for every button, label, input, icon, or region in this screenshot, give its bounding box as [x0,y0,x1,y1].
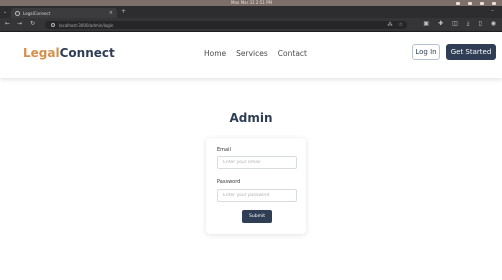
password-field[interactable] [217,189,297,202]
back-arrow-icon[interactable]: ← [5,21,10,27]
tab-title: LegalConnect [23,10,51,16]
nav-contact-link[interactable]: Contact [278,49,307,58]
profile-icon[interactable]: ◉ [491,21,496,27]
login-button[interactable]: Log In [412,44,440,60]
nav-home-link[interactable]: Home [204,49,226,58]
bookmark-star-icon[interactable]: ☆ [399,22,403,28]
browser-toolbar: ← → ↻ localhost:3000/admin/login ⁂ ☆ ▣ ✚… [0,18,502,32]
site-info-icon[interactable] [51,23,55,27]
globe-icon [15,10,20,16]
extension-icon[interactable]: ▣ [423,21,429,27]
close-icon[interactable]: × [109,10,113,16]
page-title: Admin [229,111,273,125]
tab-list-chevron-icon[interactable]: ⌄ [3,10,7,15]
battery-icon [468,1,472,5]
get-started-button[interactable]: Get Started [446,44,496,60]
translate-icon[interactable]: ⁂ [388,22,393,28]
url-text: localhost:3000/admin/login [59,22,114,28]
submit-button[interactable]: Submit [242,210,272,223]
logo-part-legal: Legal [23,46,60,60]
browser-tab[interactable]: LegalConnect × [11,8,117,18]
reload-icon[interactable]: ↻ [30,21,35,27]
nav-services-link[interactable]: Services [236,49,268,58]
sidebar-icon[interactable]: ▯ [478,21,481,27]
address-bar[interactable]: localhost:3000/admin/login ⁂ ☆ [45,21,407,29]
admin-login-card: Email Password Submit [206,138,306,234]
new-tab-plus-icon[interactable]: + [121,9,126,15]
control-center-icon [492,1,496,5]
minimize-icon[interactable]: – [491,8,494,14]
forward-arrow-icon[interactable]: → [17,21,22,27]
email-field[interactable] [217,156,297,169]
site-header: LegalConnect Home Services Contact Log I… [0,32,502,78]
password-label: Password [217,179,241,185]
browser-tab-strip: ⌄ LegalConnect × + – [0,6,502,18]
wifi-icon [456,1,460,5]
main-nav: Home Services Contact [204,49,307,58]
logo-part-connect: Connect [59,46,115,60]
site-logo[interactable]: LegalConnect [23,46,115,60]
toolbar-right-icons: ▣ ✚ ◫ ⤓ ▯ ◉ [423,21,496,27]
puzzle-icon[interactable]: ◫ [452,21,458,27]
email-label: Email [217,147,231,153]
extension-icon-2[interactable]: ✚ [438,21,443,27]
search-icon [480,1,484,5]
download-icon[interactable]: ⤓ [467,21,470,27]
